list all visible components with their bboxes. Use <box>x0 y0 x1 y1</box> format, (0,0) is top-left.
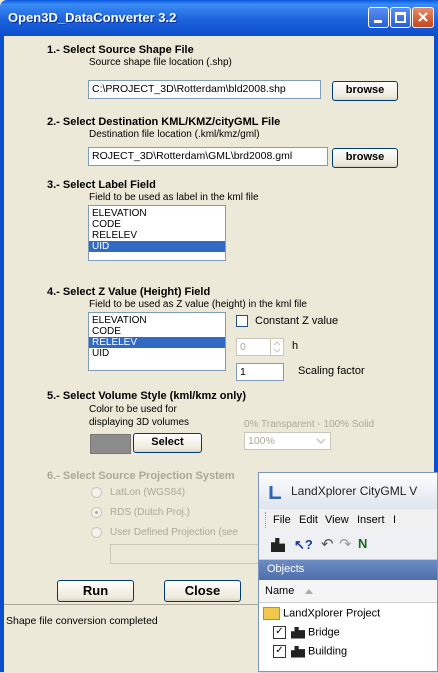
maximize-icon <box>395 12 406 23</box>
tree-item-project[interactable]: LandXplorer Project <box>263 607 380 620</box>
destination-browse-button[interactable]: browse <box>332 148 398 168</box>
section4-title: 4.- Select Z Value (Height) Field <box>47 286 211 298</box>
menu-more[interactable]: I <box>393 514 396 526</box>
projection-radio-user-defined[interactable] <box>91 527 102 538</box>
color-description-line1: Color to be used for <box>89 404 177 415</box>
landxplorer-title: LandXplorer CityGML V <box>291 484 418 498</box>
close-window-button[interactable] <box>412 7 434 28</box>
z-field-item-selected[interactable]: RELELEV <box>89 337 225 348</box>
color-description-line2: displaying 3D volumes <box>89 417 190 428</box>
building-icon <box>291 645 305 658</box>
h-label: h <box>292 340 299 352</box>
section5-title: 5.- Select Volume Style (kml/kmz only) <box>47 390 247 402</box>
projection-option-label: RDS (Dutch Proj.) <box>110 507 191 518</box>
window-frame-left <box>0 36 4 672</box>
source-browse-button[interactable]: browse <box>332 81 398 101</box>
transparency-label: 0% Transparent - 100% Solid <box>244 419 375 430</box>
chevron-down-icon <box>316 438 326 445</box>
maximize-button[interactable] <box>390 7 411 28</box>
tree-label: Bridge <box>308 626 340 639</box>
section3-title: 3.- Select Label Field <box>47 179 156 191</box>
tree-item-bridge[interactable]: ✓ Bridge <box>273 626 340 639</box>
landxplorer-window[interactable]: LandXplorer CityGML V File Edit View Ins… <box>258 472 438 672</box>
title-bar[interactable]: Open3D_DataConverter 3.2 <box>0 0 438 36</box>
section3-subtitle: Field to be used as label in the kml fil… <box>89 192 259 203</box>
tree-label: Building <box>308 645 348 658</box>
label-field-item[interactable]: CODE <box>89 219 225 230</box>
z-field-item[interactable]: ELEVATION <box>89 315 225 326</box>
landxplorer-menu-bar: File Edit View Insert I <box>259 509 437 531</box>
section6-title: 6.- Select Source Projection System <box>47 470 235 482</box>
projection-radio-rds[interactable] <box>91 507 102 518</box>
z-field-item[interactable]: UID <box>89 348 225 359</box>
redo-icon[interactable]: ↷ <box>339 535 352 553</box>
section4-subtitle: Field to be used as Z value (height) in … <box>89 299 307 310</box>
landxplorer-app-icon <box>269 486 281 499</box>
name-column-header[interactable]: Name <box>259 580 437 603</box>
landxplorer-title-bar[interactable]: LandXplorer CityGML V <box>259 473 437 510</box>
label-field-item[interactable]: ELEVATION <box>89 208 225 219</box>
constant-z-checkbox[interactable] <box>236 315 248 327</box>
status-bar: Shape file conversion completed <box>4 604 259 673</box>
checkbox-checked-icon[interactable]: ✓ <box>273 626 286 639</box>
spinner-arrows-icon <box>273 341 281 353</box>
section2-title: 2.- Select Destination KML/KMZ/cityGML F… <box>47 116 281 128</box>
tree-item-building[interactable]: ✓ Building <box>273 645 347 658</box>
name-header: Name <box>265 585 295 597</box>
status-text: Shape file conversion completed <box>6 615 158 627</box>
north-arrow-icon[interactable]: N <box>358 536 367 551</box>
close-button[interactable]: Close <box>164 580 241 602</box>
destination-path-input[interactable]: ROJECT_3D\Rotterdam\GML\brd2008.gml <box>88 147 328 166</box>
window-title: Open3D_DataConverter 3.2 <box>8 10 177 25</box>
label-field-list[interactable]: ELEVATION CODE RELELEV UID <box>88 205 226 261</box>
minimize-icon <box>374 20 382 23</box>
constant-z-label: Constant Z value <box>255 315 339 327</box>
close-icon <box>418 12 428 22</box>
color-swatch <box>90 434 131 454</box>
scaling-factor-label: Scaling factor <box>298 365 365 377</box>
scaling-factor-input[interactable]: 1 <box>236 363 284 381</box>
sort-ascending-icon <box>305 589 313 594</box>
label-field-item-selected[interactable]: UID <box>89 241 225 252</box>
projection-path-input[interactable] <box>110 544 260 564</box>
converter-window: Open3D_DataConverter 3.2 1.- Select Sour… <box>0 0 438 673</box>
menu-view[interactable]: View <box>325 514 349 526</box>
buildings-tool-icon[interactable] <box>271 538 285 552</box>
select-color-button[interactable]: Select <box>133 433 202 453</box>
undo-icon[interactable]: ↶ <box>321 535 334 553</box>
menu-file[interactable]: File <box>273 514 291 526</box>
projection-option-label: User Defined Projection (see <box>110 527 238 538</box>
run-button[interactable]: Run <box>57 580 134 602</box>
projection-radio-latlon[interactable] <box>91 487 102 498</box>
objects-panel-header: Objects <box>259 560 437 580</box>
section1-title: 1.- Select Source Shape File <box>47 44 194 56</box>
landxplorer-toolbar: ↖? ↶ ↷ N <box>259 531 437 560</box>
menu-insert[interactable]: Insert <box>357 514 385 526</box>
constant-z-spinner[interactable] <box>270 339 283 355</box>
section2-subtitle: Destination file location (.kml/kmz/gml) <box>89 129 260 140</box>
label-field-item[interactable]: RELELEV <box>89 230 225 241</box>
help-pointer-icon[interactable]: ↖? <box>294 537 313 553</box>
menu-edit[interactable]: Edit <box>299 514 318 526</box>
tree-label: LandXplorer Project <box>283 607 381 620</box>
menu-grip <box>265 512 268 528</box>
radio-selected-dot <box>95 511 98 514</box>
checkbox-checked-icon[interactable]: ✓ <box>273 645 286 658</box>
minimize-button[interactable] <box>368 7 389 28</box>
folder-icon <box>263 607 280 620</box>
z-field-item[interactable]: CODE <box>89 326 225 337</box>
projection-option-label: LatLon (WGS84) <box>110 487 186 498</box>
building-icon <box>291 626 305 639</box>
source-path-input[interactable]: C:\PROJECT_3D\Rotterdam\bld2008.shp <box>88 80 321 99</box>
objects-label: Objects <box>267 563 305 575</box>
section1-subtitle: Source shape file location (.shp) <box>89 57 232 68</box>
z-field-list[interactable]: ELEVATION CODE RELELEV UID <box>88 312 226 371</box>
